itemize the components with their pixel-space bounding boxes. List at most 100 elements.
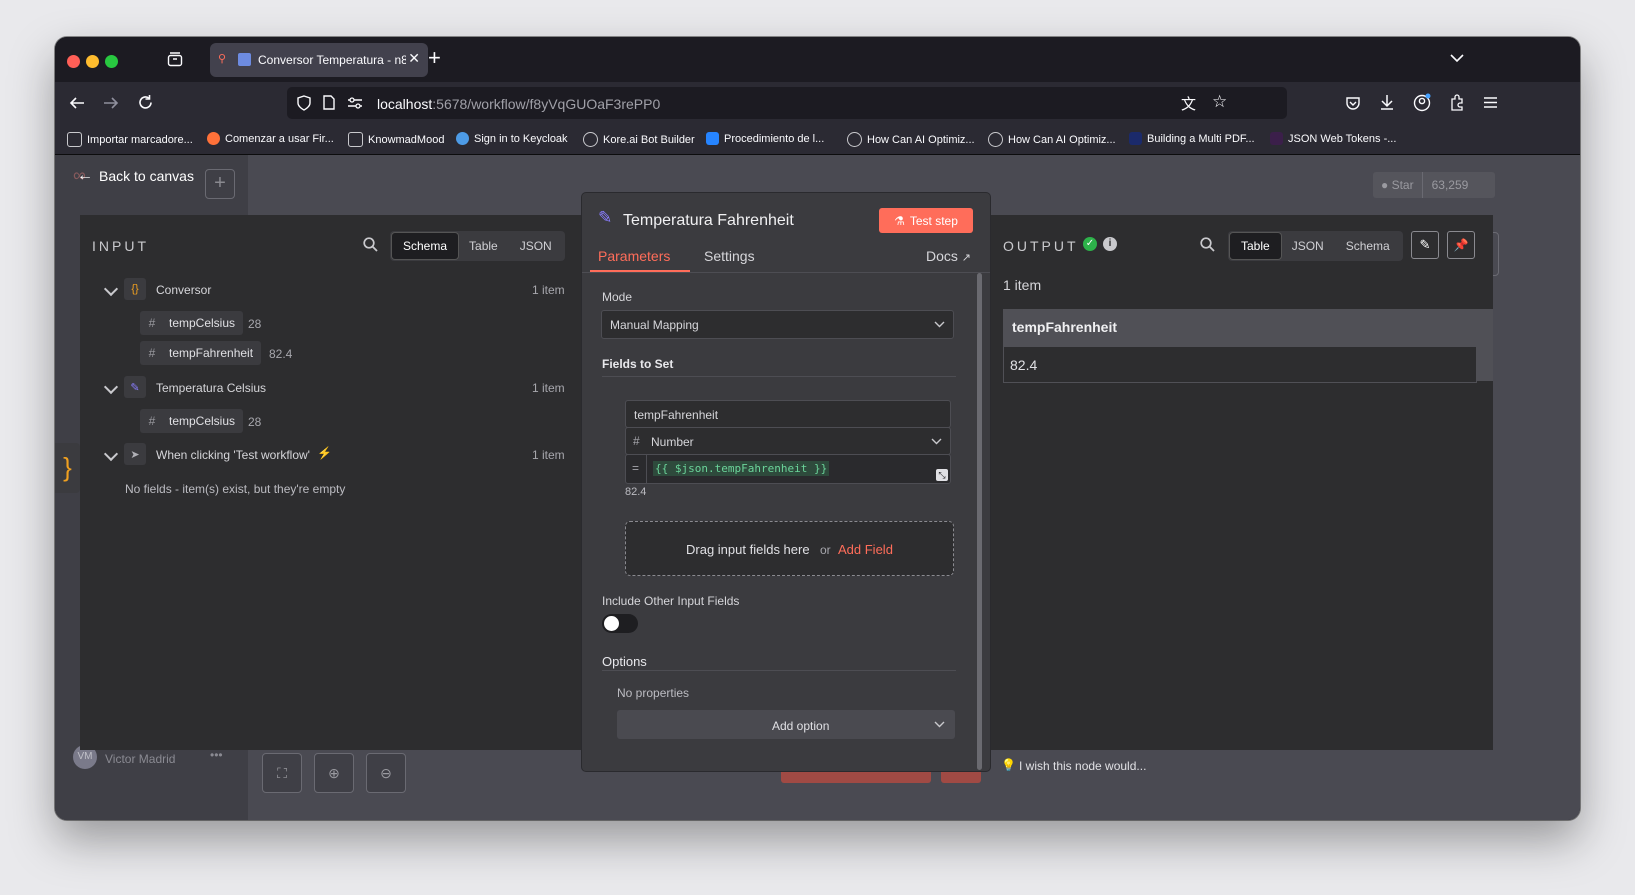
docs-link[interactable]: Docs ↗ (926, 248, 971, 264)
tab-schema[interactable]: Schema (392, 233, 459, 259)
drop-zone[interactable]: Drag input fields here or Add Field (625, 521, 954, 576)
pocket-icon[interactable] (1345, 95, 1361, 111)
schema-field[interactable]: # tempFahrenheit (140, 341, 262, 365)
test-step-button[interactable]: ⚗ Test step (879, 208, 973, 233)
active-tab[interactable]: ⚲ Conversor Temperatura - n8n ✕ (210, 43, 428, 77)
collapse-chevron-icon[interactable] (103, 379, 119, 395)
openai-icon (847, 132, 862, 147)
expand-editor-icon[interactable]: ⤡ (936, 469, 948, 481)
docs-label: Docs (926, 248, 958, 264)
add-field-link[interactable]: Add Field (838, 542, 893, 557)
scrollbar[interactable] (977, 273, 982, 770)
zoom-out-button[interactable]: ⊖ (366, 753, 406, 793)
search-icon[interactable] (1200, 237, 1215, 252)
bookmark-item[interactable]: JSON Web Tokens -... (1270, 132, 1396, 145)
import-icon (67, 132, 82, 147)
schema-field[interactable]: # tempCelsius (140, 311, 244, 335)
minimize-window-button[interactable] (86, 55, 99, 68)
github-star: ● Star (1373, 172, 1423, 198)
edit-output-button[interactable]: ✎ (1411, 231, 1439, 259)
field-value-expression[interactable]: = {{ $json.tempFahrenheit }} ⤡ (625, 454, 951, 484)
translate-icon[interactable]: 文 (1181, 93, 1196, 114)
feedback-link[interactable]: I wish this node would... (1019, 759, 1146, 773)
tab-json[interactable]: JSON (509, 233, 563, 259)
tabs-divider (582, 272, 990, 273)
bookmark-label: KnowmadMood (368, 133, 445, 146)
reload-icon[interactable] (137, 94, 154, 111)
bookmark-item[interactable]: How Can AI Optimiz... (988, 132, 1116, 147)
add-option-button[interactable]: Add option (617, 710, 955, 739)
tab-table[interactable]: Table (1230, 233, 1281, 259)
tab-settings[interactable]: Settings (704, 248, 755, 264)
url-bar[interactable]: localhost:5678/workflow/f8yVqGUOaF3rePP0… (287, 87, 1287, 119)
arrow-left-icon: ← (77, 167, 93, 184)
bookmark-star-icon[interactable]: ☆ (1212, 92, 1227, 112)
browser-window: ⚲ Conversor Temperatura - n8n ✕ + localh… (55, 37, 1580, 820)
bookmark-item[interactable]: How Can AI Optimiz... (847, 132, 975, 147)
bookmark-item[interactable]: Building a Multi PDF... (1129, 132, 1255, 145)
bookmark-item[interactable]: KnowmadMood (348, 132, 444, 147)
close-tab-icon[interactable]: ✕ (408, 50, 420, 67)
table-cell[interactable]: 82.4 (1010, 357, 1037, 373)
url-text[interactable]: localhost:5678/workflow/f8yVqGUOaF3rePP0 (377, 96, 660, 112)
account-icon[interactable] (1413, 93, 1432, 112)
bookmark-item[interactable]: Importar marcadore... (67, 132, 193, 147)
search-icon[interactable] (363, 237, 378, 252)
field-name: tempCelsius (169, 316, 236, 330)
code-node-peek-icon[interactable]: } (55, 443, 80, 493)
tab-table[interactable]: Table (458, 233, 509, 259)
info-icon[interactable]: i (1103, 237, 1117, 251)
input-panel: INPUT Schema Table JSON {} Conversor 1 i… (80, 215, 586, 750)
hash-icon: # (148, 414, 156, 428)
pin-data-button[interactable]: 📌 (1447, 231, 1475, 259)
folder-icon (348, 132, 363, 147)
external-link-icon: ↗ (961, 252, 972, 264)
chevron-down-icon[interactable] (1450, 53, 1464, 63)
bookmark-item[interactable]: Sign in to Keycloak (456, 132, 568, 145)
star-count: 63,259 (1431, 178, 1469, 192)
bookmark-item[interactable]: Procedimiento de l... (706, 132, 824, 145)
item-count: 1 item (1003, 277, 1042, 293)
collapse-chevron-icon[interactable] (103, 446, 119, 462)
openai-icon (988, 132, 1003, 147)
back-arrow-icon[interactable] (69, 95, 85, 111)
close-window-button[interactable] (67, 55, 80, 68)
mode-value: Manual Mapping (610, 318, 699, 332)
new-tab-button[interactable]: + (428, 45, 441, 71)
back-to-canvas-button[interactable]: ← Back to canvas (77, 167, 194, 185)
success-check-icon: ✓ (1083, 237, 1097, 251)
tab-json[interactable]: JSON (1281, 233, 1335, 259)
bookmark-item[interactable]: Comenzar a usar Fir... (207, 132, 334, 145)
field-name-input[interactable]: tempFahrenheit (625, 400, 951, 428)
tab-overview-icon[interactable] (167, 51, 183, 67)
node-title[interactable]: Temperatura Fahrenheit (623, 212, 794, 230)
lightbulb-icon: 💡 (1001, 758, 1016, 772)
group-count: 1 item (532, 448, 565, 462)
extensions-icon[interactable] (1449, 94, 1465, 111)
fields-to-set-label: Fields to Set (602, 357, 674, 371)
site-icon (1129, 132, 1142, 145)
field-type-select[interactable]: # Number (625, 427, 951, 455)
zoom-to-fit-button[interactable]: ⛶ (262, 753, 302, 793)
github-star-button[interactable]: ● Star 63,259 (1373, 172, 1495, 198)
navigation-bar: localhost:5678/workflow/f8yVqGUOaF3rePP0… (55, 82, 1580, 124)
permissions-icon[interactable] (347, 97, 363, 109)
tab-schema[interactable]: Schema (1335, 233, 1401, 259)
shield-icon[interactable] (297, 95, 311, 111)
schema-field[interactable]: # tempCelsius (140, 409, 244, 433)
add-node-button[interactable]: + (205, 169, 235, 199)
url-path: :5678/workflow/f8yVqGUOaF3rePP0 (432, 96, 661, 112)
bookmark-item[interactable]: Kore.ai Bot Builder (583, 132, 695, 147)
menu-icon[interactable] (1483, 96, 1498, 109)
zoom-window-button[interactable] (105, 55, 118, 68)
download-icon[interactable] (1379, 94, 1395, 111)
zoom-in-button[interactable]: ⊕ (314, 753, 354, 793)
tab-parameters[interactable]: Parameters (598, 248, 670, 264)
forward-arrow-icon[interactable] (103, 95, 119, 111)
collapse-chevron-icon[interactable] (103, 281, 119, 297)
include-toggle[interactable] (602, 614, 638, 633)
user-menu-icon[interactable]: ••• (210, 748, 223, 762)
add-option-label: Add option (772, 719, 830, 733)
mode-select[interactable]: Manual Mapping (601, 310, 954, 339)
user-name: Victor Madrid (105, 752, 176, 766)
